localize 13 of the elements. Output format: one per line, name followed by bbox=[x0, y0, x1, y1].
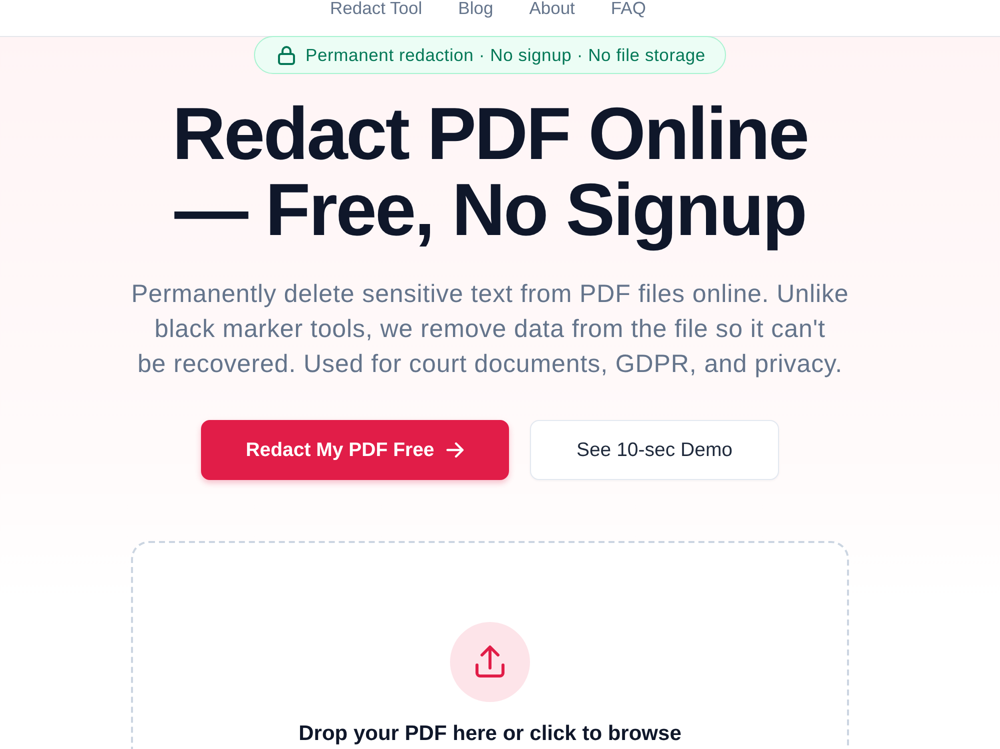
nav-link[interactable]: About bbox=[529, 0, 575, 17]
demo-button[interactable]: See 10-sec Demo bbox=[530, 420, 779, 480]
arrow-right-icon bbox=[446, 442, 464, 458]
badge-text: Permanent redaction · No signup · No file storage bbox=[306, 44, 706, 66]
nav-link[interactable]: Blog bbox=[458, 0, 494, 17]
lock-icon bbox=[278, 46, 295, 64]
upload-icon bbox=[450, 622, 530, 702]
upload-prompt: Drop your PDF here or click to browse bbox=[298, 722, 682, 746]
hero-subtitle: Permanently delete sensitive text from PDF files online. Unlike black marker tools, we remove data from the file so it can't be recovered. Used for court documents, GDPR, and privacy. bbox=[131, 279, 849, 380]
nav-link[interactable]: Redact Tool bbox=[330, 0, 422, 17]
upload-drop-zone[interactable]: Drop your PDF here or click to browse bbox=[131, 541, 849, 749]
nav-link[interactable]: FAQ bbox=[610, 0, 646, 17]
redact-button[interactable]: Redact My PDF Free bbox=[201, 420, 509, 480]
